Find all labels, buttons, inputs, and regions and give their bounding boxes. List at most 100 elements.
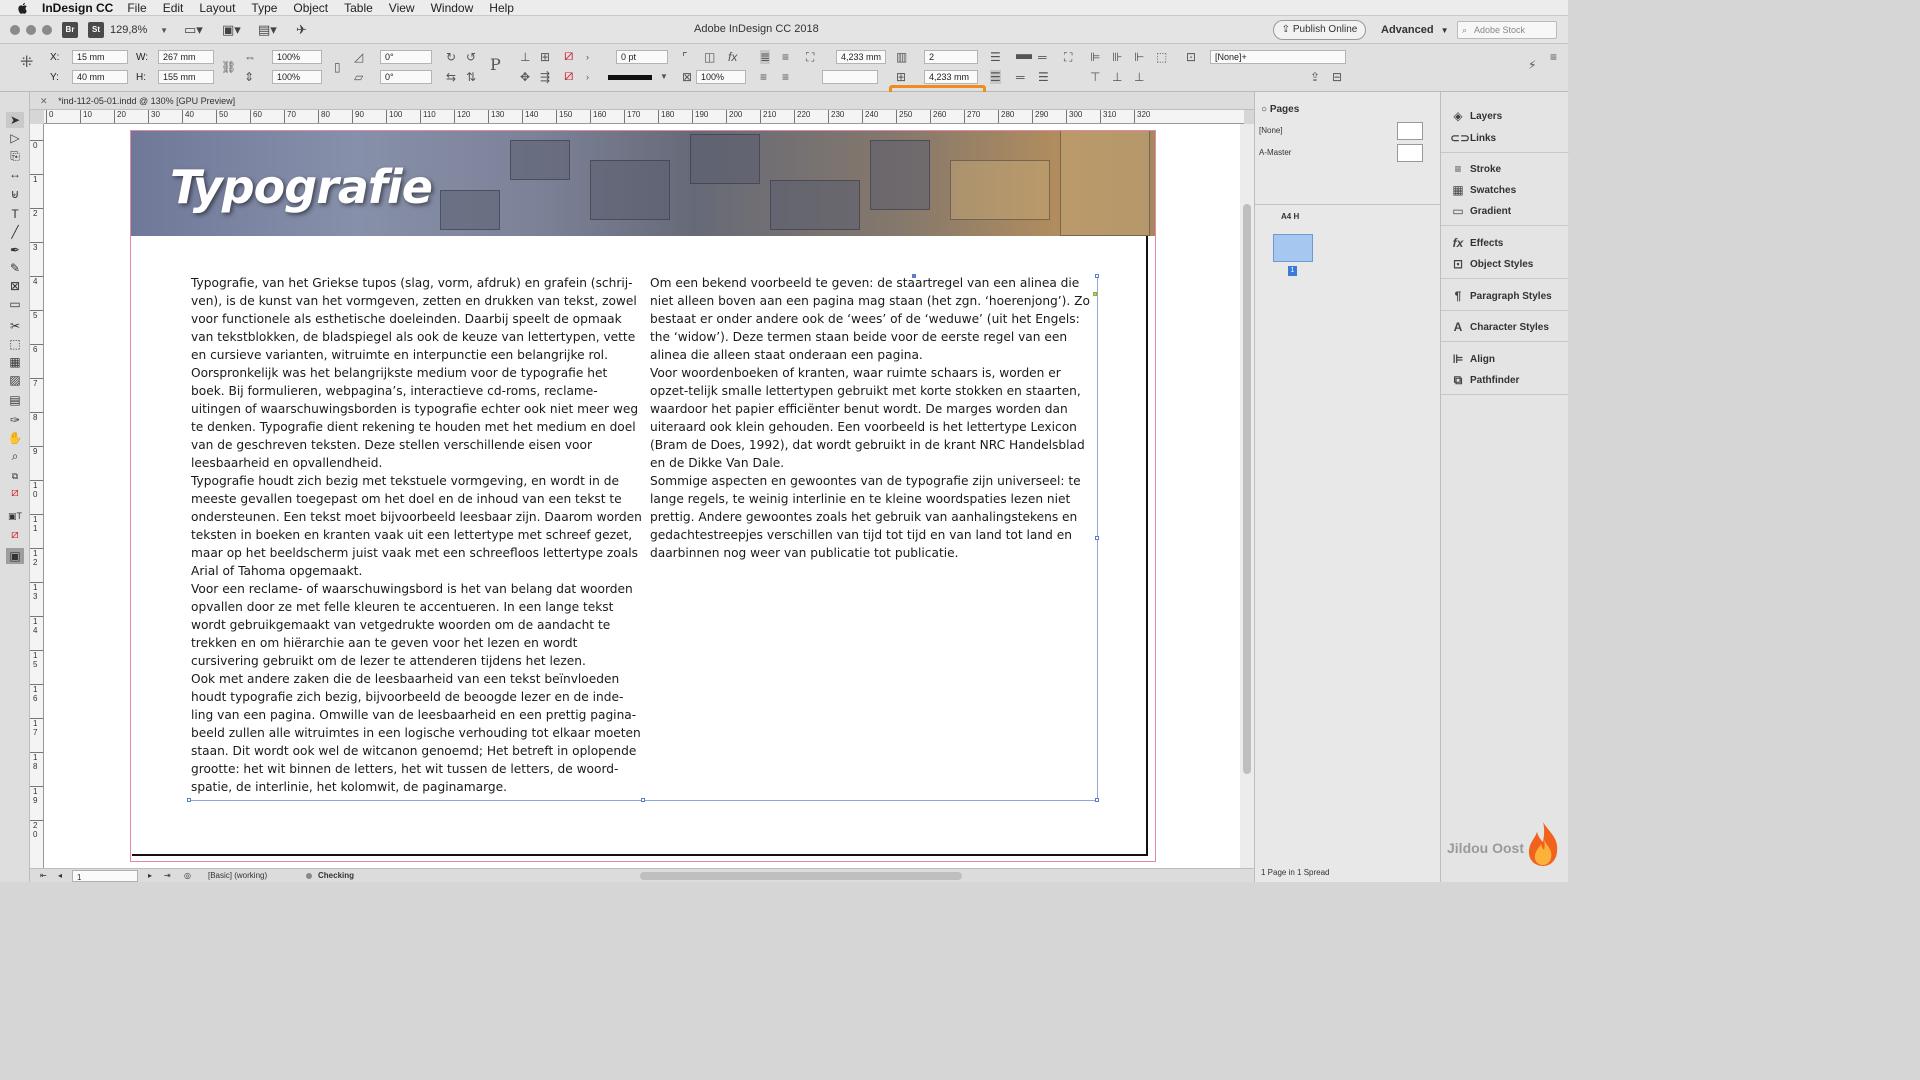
default-fill-stroke-icon[interactable]: ⧉ <box>6 468 24 484</box>
shear-field[interactable]: 0° <box>380 70 432 84</box>
effects-fx-icon[interactable]: fx <box>728 50 737 64</box>
corner-options-icon[interactable]: ⌜ <box>682 50 688 64</box>
scale-x-field[interactable]: 100% <box>272 50 322 64</box>
flip-vertical-icon[interactable]: ⇅ <box>466 70 476 84</box>
publish-online-button[interactable]: ⇪ Publish Online <box>1273 20 1366 40</box>
master-none-thumbnail[interactable] <box>1397 122 1423 140</box>
page-number-field[interactable]: 1 <box>72 870 138 882</box>
bridge-button[interactable]: Br <box>62 22 78 38</box>
quick-apply-icon[interactable]: ⇪ <box>1310 70 1320 84</box>
dock-item-layers[interactable]: ◈ Layers <box>1441 107 1569 127</box>
zoom-tool-icon[interactable]: ⌕ <box>6 448 24 464</box>
align-bottom-text-icon[interactable]: ≡ <box>782 70 789 84</box>
close-window-button[interactable] <box>10 25 20 35</box>
page-size-select[interactable]: A4 H <box>1281 212 1299 221</box>
text-wrap-shape-icon[interactable]: ═ <box>1016 70 1025 84</box>
dock-item-gradient[interactable]: ▭ Gradient <box>1441 202 1569 222</box>
pen-tool-icon[interactable]: ✒ <box>6 242 24 258</box>
preflight-status[interactable]: Checking <box>318 871 354 880</box>
control-panel-menu-icon[interactable]: ≡ <box>1550 50 1557 64</box>
dock-item-links[interactable]: ⊂⊃ Links <box>1441 129 1569 149</box>
content-collector-icon[interactable]: ⊌ <box>6 186 24 202</box>
scale-y-field[interactable]: 100% <box>272 70 322 84</box>
align-vertical-centers-icon[interactable]: ⊥ <box>1112 70 1122 84</box>
distribute-spacing-icon[interactable]: ⬚ <box>1156 50 1167 64</box>
reference-point-icon[interactable]: ⁜ <box>20 55 33 71</box>
menu-edit[interactable]: Edit <box>163 1 184 15</box>
direct-selection-tool-icon[interactable]: ▷ <box>6 130 24 146</box>
frame-handle[interactable] <box>641 798 645 802</box>
zoom-level-select[interactable]: 129,8% ▼ <box>110 22 172 39</box>
align-left-edges-icon[interactable]: ⊫ <box>1090 50 1100 64</box>
minimize-window-button[interactable] <box>26 25 36 35</box>
gradient-swatch-tool-icon[interactable]: ▦ <box>6 354 24 370</box>
text-column-2[interactable]: Om een bekend voorbeeld te geven: de sta… <box>650 274 1096 562</box>
hand-tool-icon[interactable]: ✋ <box>6 430 24 446</box>
menu-object[interactable]: Object <box>293 1 328 15</box>
scissors-tool-icon[interactable]: ✂ <box>6 318 24 334</box>
menu-table[interactable]: Table <box>344 1 373 15</box>
line-tool-icon[interactable]: ╱ <box>6 224 24 240</box>
gap-tool-icon[interactable]: ↔ <box>6 166 24 182</box>
stroke-weight-field[interactable]: 0 pt <box>616 50 668 64</box>
dock-item-character-styles[interactable]: A Character Styles <box>1441 318 1569 338</box>
dock-item-stroke[interactable]: ≡ Stroke <box>1441 160 1569 180</box>
constrain-scale-icon[interactable]: ▯ <box>334 60 341 74</box>
dock-item-object-styles[interactable]: ⊡ Object Styles <box>1441 255 1569 275</box>
x-field[interactable]: 15 mm <box>72 50 128 64</box>
select-next-icon[interactable]: ⇶ <box>540 70 550 84</box>
pencil-tool-icon[interactable]: ✎ <box>6 260 24 276</box>
rectangle-frame-tool-icon[interactable]: ⊠ <box>6 278 24 294</box>
frame-handle[interactable] <box>187 798 191 802</box>
columns-field[interactable]: 2 <box>924 50 978 64</box>
screen-mode-icon[interactable]: ▣▾ <box>222 22 241 38</box>
page-tool-icon[interactable]: ⎘ <box>6 148 24 164</box>
dock-item-pathfinder[interactable]: ⧉ Pathfinder <box>1441 371 1569 391</box>
fit-frame-icon[interactable]: ⛶ <box>806 50 814 64</box>
text-wrap-jump-icon[interactable]: ☰ <box>1038 70 1049 84</box>
pasteboard[interactable]: Typografie Typografie, van het Griekse t… <box>44 124 1240 868</box>
master-a[interactable]: A-Master <box>1259 148 1291 157</box>
app-menu[interactable]: InDesign CC <box>42 1 113 15</box>
type-tool-icon[interactable]: T <box>6 206 24 222</box>
fill-stroke-swatch-icon[interactable]: ⧄ <box>6 484 24 500</box>
chevron-right-icon[interactable]: › <box>586 50 589 64</box>
dock-item-paragraph-styles[interactable]: ¶ Paragraph Styles <box>1441 287 1569 307</box>
vertical-scroll-thumb[interactable] <box>1243 204 1251 774</box>
drop-shadow-icon[interactable]: ◫ <box>704 50 715 64</box>
stock-button[interactable]: St <box>88 22 104 38</box>
align-top-edges-icon[interactable]: ⊤ <box>1090 70 1100 84</box>
page-thumbnail[interactable] <box>1273 234 1313 262</box>
auto-fit-icon[interactable]: ⛶ <box>1064 50 1072 64</box>
close-icon[interactable]: ✕ <box>40 96 48 106</box>
rectangle-tool-icon[interactable]: ▭ <box>6 296 24 312</box>
menu-layout[interactable]: Layout <box>199 1 235 15</box>
rotate-ccw-icon[interactable]: ↺ <box>466 50 476 64</box>
align-top-text-icon[interactable]: ≣ <box>760 50 771 64</box>
text-wrap-box-icon[interactable]: ═ <box>1038 50 1047 64</box>
vertical-scrollbar[interactable] <box>1240 124 1254 868</box>
gradient-feather-tool-icon[interactable]: ▨ <box>6 372 24 388</box>
frame-handle[interactable] <box>1095 798 1099 802</box>
select-content-icon[interactable]: ⊞ <box>540 50 550 64</box>
gutter-top-field[interactable]: 4,233 mm <box>836 50 886 64</box>
text-wrap-none-icon[interactable]: ▬ <box>1016 47 1032 63</box>
screen-mode-tool-icon[interactable]: ▣ <box>6 548 24 564</box>
last-page-icon[interactable]: ⇥ <box>164 871 171 880</box>
justify-vertical-icon[interactable]: ≡ <box>760 70 767 84</box>
width-field[interactable]: 267 mm <box>158 50 214 64</box>
align-horizontal-centers-icon[interactable]: ⊪ <box>1112 50 1122 64</box>
next-page-icon[interactable]: ▸ <box>148 871 152 880</box>
align-center-text-icon[interactable]: ≡ <box>782 50 789 64</box>
zoom-window-button[interactable] <box>42 25 52 35</box>
opacity-field[interactable]: 100% <box>696 70 746 84</box>
fill-swatch-icon[interactable]: ⧄ <box>564 48 574 63</box>
apply-none-icon[interactable]: ⧄ <box>6 526 24 542</box>
dock-item-swatches[interactable]: ▦ Swatches <box>1441 181 1569 201</box>
eyedropper-tool-icon[interactable]: ✑ <box>6 412 24 428</box>
rotation-field[interactable]: 0° <box>380 50 432 64</box>
document-tab[interactable]: ✕ *ind-112-05-01.indd @ 130% [GPU Previe… <box>40 94 235 108</box>
master-a-thumbnail[interactable] <box>1397 144 1423 162</box>
text-inset-field[interactable] <box>822 70 878 84</box>
stroke-type-preview[interactable] <box>608 75 652 80</box>
